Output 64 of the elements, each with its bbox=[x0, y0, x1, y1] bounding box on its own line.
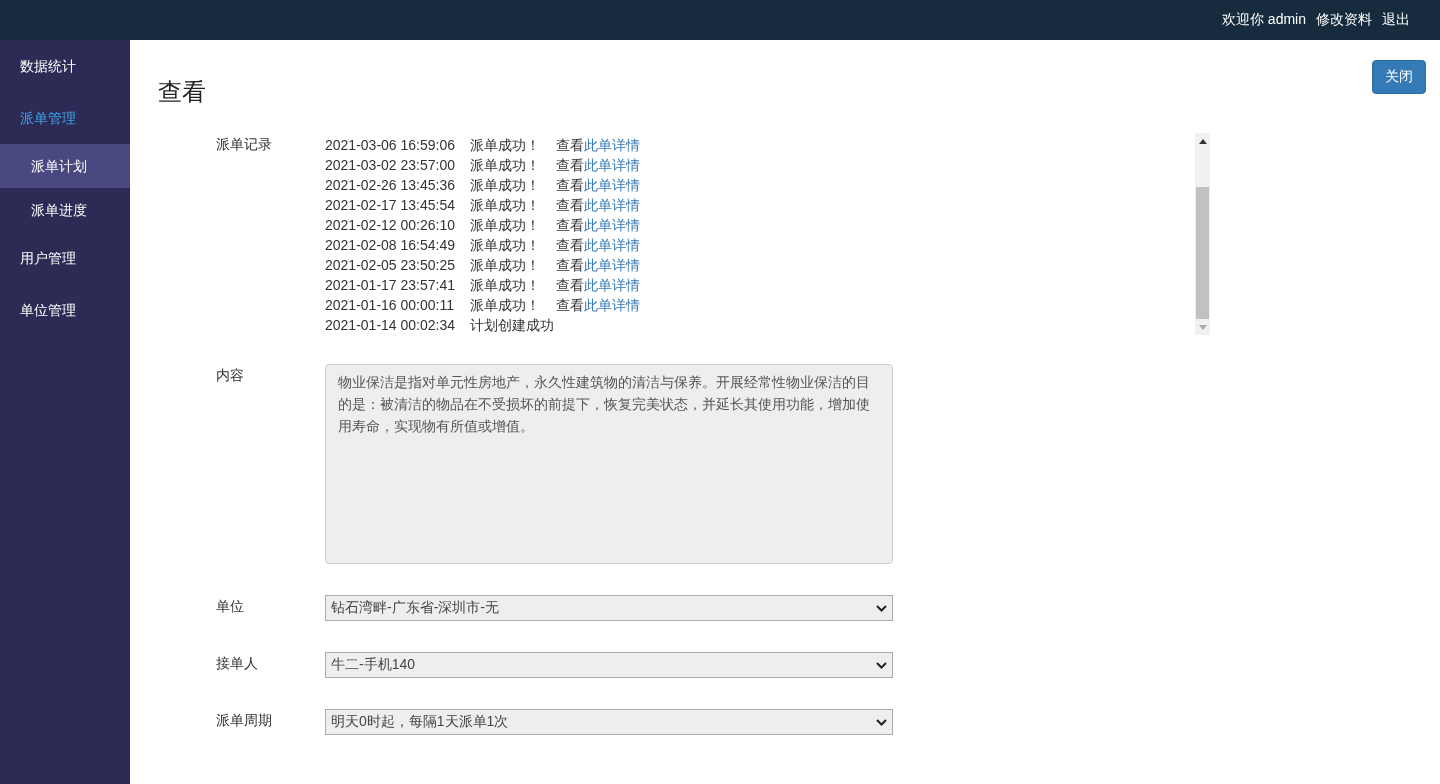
record-link-text: 查看此单详情 bbox=[556, 236, 640, 255]
page-title: 查看 bbox=[158, 77, 206, 107]
record-message: 派单成功！ bbox=[470, 176, 541, 195]
record-time: 2021-02-17 13:45:54 bbox=[325, 196, 456, 215]
field-label: 单位 bbox=[215, 597, 245, 616]
header-link[interactable]: 修改资料 bbox=[1316, 11, 1372, 29]
record-message: 派单成功！ bbox=[470, 136, 541, 155]
record-time: 2021-01-16 00:00:11 bbox=[325, 296, 455, 315]
header-link[interactable]: 退出 bbox=[1382, 11, 1410, 29]
sidebar-subitem[interactable]: 派单进度 bbox=[0, 188, 130, 232]
detail-link[interactable]: 此单详情 bbox=[584, 177, 640, 193]
record-time: 2021-02-26 13:45:36 bbox=[325, 176, 456, 195]
sidebar-subitem[interactable]: 派单计划 bbox=[0, 144, 130, 188]
record-message: 派单成功！ bbox=[470, 276, 541, 295]
record-time: 2021-01-14 00:02:34 bbox=[325, 316, 456, 335]
scroll-down-icon[interactable] bbox=[1198, 324, 1207, 330]
scrollbar[interactable] bbox=[1195, 133, 1210, 335]
record-message: 派单成功！ bbox=[470, 196, 541, 215]
scroll-thumb[interactable] bbox=[1196, 187, 1209, 319]
record-time: 2021-03-02 23:57:00 bbox=[325, 156, 456, 175]
record-link-text: 查看此单详情 bbox=[556, 276, 640, 295]
record-link-text: 查看此单详情 bbox=[556, 296, 640, 315]
record-message: 派单成功！ bbox=[470, 156, 541, 175]
detail-link[interactable]: 此单详情 bbox=[584, 137, 640, 153]
record-message: 派单成功！ bbox=[470, 256, 541, 275]
detail-link[interactable]: 此单详情 bbox=[584, 197, 640, 213]
detail-link[interactable]: 此单详情 bbox=[584, 157, 640, 173]
detail-link[interactable]: 此单详情 bbox=[584, 297, 640, 313]
field-label: 内容 bbox=[215, 366, 245, 385]
select-value: 钻石湾畔-广东省-深圳市-无 bbox=[331, 599, 499, 617]
record-message: 派单成功！ bbox=[470, 216, 541, 235]
field-label: 派单记录 bbox=[215, 135, 273, 154]
record-link-text: 查看此单详情 bbox=[556, 216, 640, 235]
record-message: 派单成功！ bbox=[470, 296, 541, 315]
record-link-text: 查看此单详情 bbox=[556, 256, 640, 275]
detail-link[interactable]: 此单详情 bbox=[584, 217, 640, 233]
record-time: 2021-02-12 00:26:10 bbox=[325, 216, 456, 235]
record-time: 2021-02-08 16:54:49 bbox=[325, 236, 456, 255]
chevron-down-icon bbox=[876, 661, 887, 669]
record-time: 2021-03-06 16:59:06 bbox=[325, 136, 456, 155]
record-link-text: 查看此单详情 bbox=[556, 156, 640, 175]
sidebar-item[interactable]: 用户管理 bbox=[0, 232, 130, 284]
select-value: 牛二-手机140 bbox=[331, 656, 416, 674]
record-link-text: 查看此单详情 bbox=[556, 136, 640, 155]
record-time: 2021-02-05 23:50:25 bbox=[325, 256, 456, 275]
record-message: 派单成功！ bbox=[470, 236, 541, 255]
record-link-text: 查看此单详情 bbox=[556, 176, 640, 195]
sidebar-item[interactable]: 单位管理 bbox=[0, 284, 130, 336]
detail-link[interactable]: 此单详情 bbox=[584, 277, 640, 293]
detail-link[interactable]: 此单详情 bbox=[584, 237, 640, 253]
select-value: 明天0时起，每隔1天派单1次 bbox=[331, 713, 509, 731]
close-button[interactable]: 关闭 bbox=[1372, 60, 1426, 94]
scroll-up-icon[interactable] bbox=[1198, 138, 1207, 144]
record-time: 2021-01-17 23:57:41 bbox=[325, 276, 456, 295]
field-label: 接单人 bbox=[215, 654, 259, 673]
field-label: 派单周期 bbox=[215, 711, 273, 730]
detail-link[interactable]: 此单详情 bbox=[584, 257, 640, 273]
chevron-down-icon bbox=[876, 604, 887, 612]
chevron-down-icon bbox=[876, 718, 887, 726]
record-message: 计划创建成功 bbox=[470, 316, 554, 335]
record-link-text: 查看此单详情 bbox=[556, 196, 640, 215]
welcome-text: 欢迎你 admin bbox=[1221, 11, 1306, 29]
sidebar-item[interactable]: 派单管理 bbox=[0, 92, 130, 144]
sidebar-item[interactable]: 数据统计 bbox=[0, 40, 130, 92]
